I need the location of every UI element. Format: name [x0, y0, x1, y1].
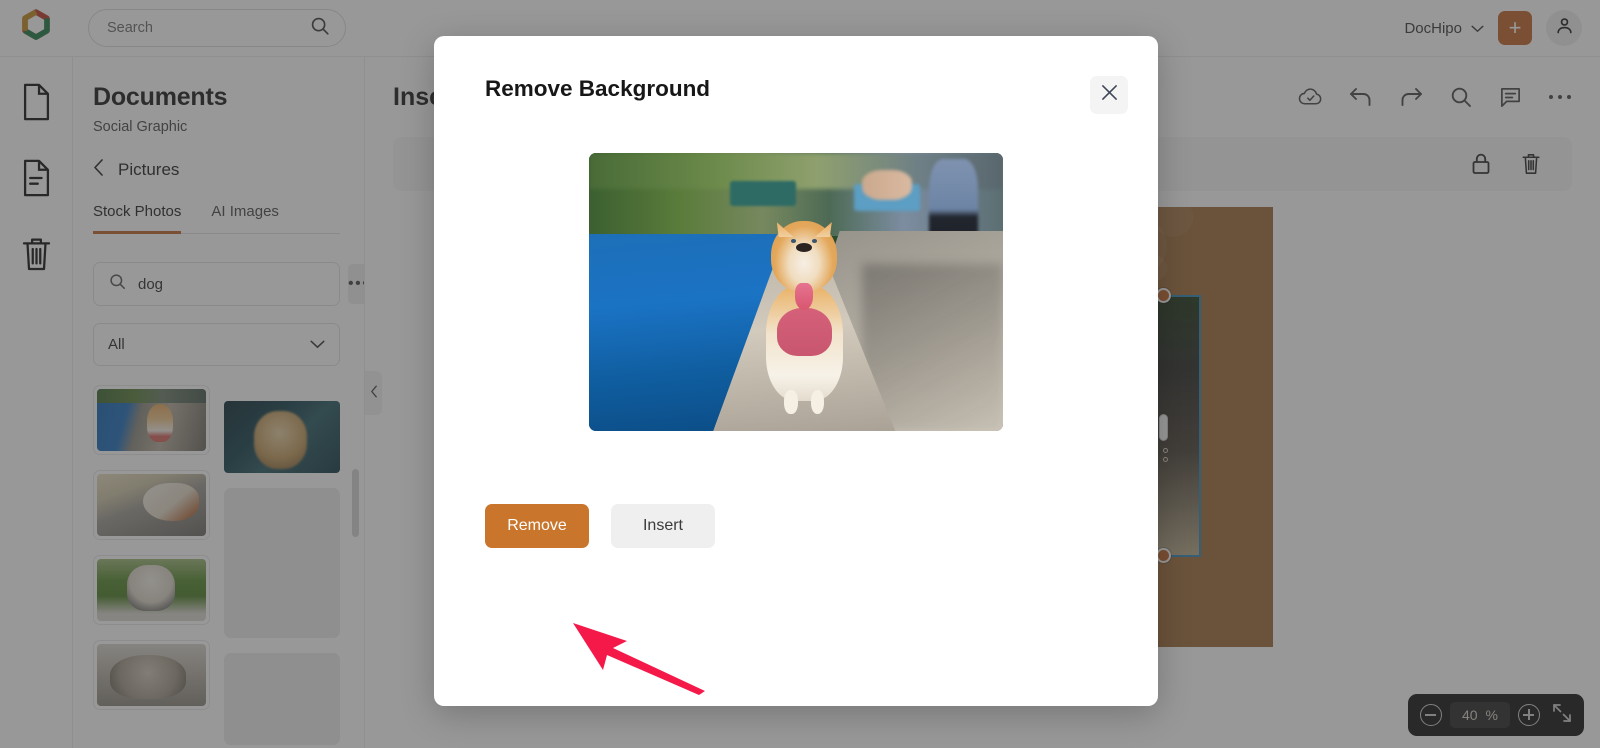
dialog-actions: Remove Insert	[434, 504, 1158, 548]
close-icon	[1101, 84, 1118, 106]
remove-background-button[interactable]: Remove	[485, 504, 589, 548]
image-preview	[589, 153, 1003, 431]
dialog-header: Remove Background	[434, 36, 1158, 114]
corgi-subject	[759, 192, 850, 415]
close-dialog-button[interactable]	[1090, 76, 1128, 114]
remove-background-dialog: Remove Background Remove Insert	[434, 36, 1158, 706]
insert-image-button[interactable]: Insert	[611, 504, 715, 548]
dialog-body	[434, 153, 1158, 431]
dialog-title: Remove Background	[485, 76, 711, 101]
